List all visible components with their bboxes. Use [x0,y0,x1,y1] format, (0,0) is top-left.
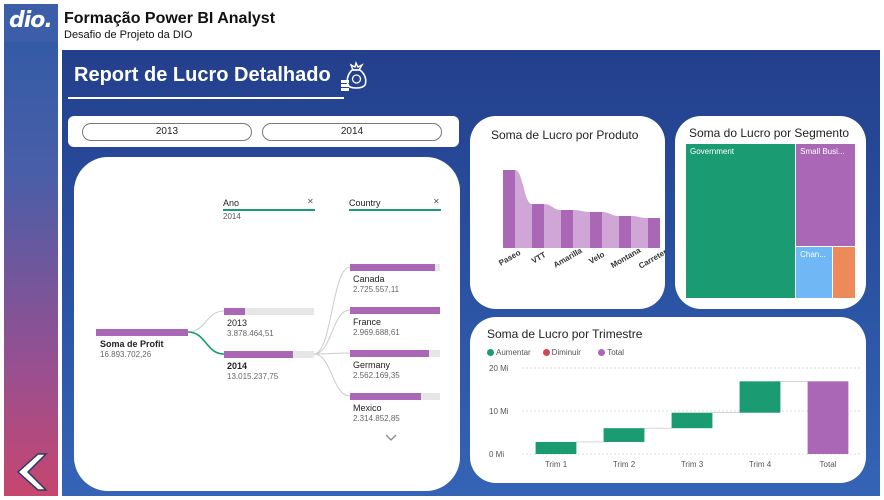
year-value: 13.015.237,75 [227,372,279,381]
product-tick-label: Paseo [497,248,522,268]
product-tick-label: Montana [609,245,642,270]
product-bar[interactable] [648,218,660,248]
product-tick-label: Amarilla [552,246,584,270]
y-tick-label: 20 Mi [489,364,509,373]
x-tick-label: Total [820,460,837,469]
product-tick-label: Velo [587,250,606,266]
year-bar-track [224,308,314,315]
x-tick-label: Trim 4 [749,460,772,469]
waterfall-bar[interactable] [671,412,713,429]
title-underline [68,97,344,99]
product-ribbon [515,170,532,248]
product-bar[interactable] [619,216,631,248]
report-canvas: Report de Lucro Detalhado 2013 2014 Ano … [62,50,880,496]
tree-connectors [187,266,351,397]
country-value: 2.562.169,35 [353,371,400,380]
quarter-chart-card: Soma de Lucro por Trimestre Aumentar Dimi… [470,317,866,483]
sidebar: dio. [4,4,58,496]
quarter-chart: 0 Mi 10 Mi 20 Mi Trim 1 Trim 2 Trim 3 Trim 4 To… [489,364,862,469]
x-tick-label: Trim 2 [613,460,636,469]
page-title: Formação Power BI Analyst [64,10,276,27]
year-value: 3.878.464,51 [227,329,274,338]
slicer-option-2014[interactable]: 2014 [262,123,442,141]
country-bar-track [350,393,440,400]
country-bar-track [350,264,440,271]
report-title: Report de Lucro Detalhado [74,64,331,86]
product-chart-card: Soma de Lucro por Produto Paseo VTT Amaril… [470,116,665,309]
treemap-cell[interactable]: Government [686,144,796,298]
y-tick-label: 10 Mi [489,407,509,416]
country-bar-track [350,307,440,314]
country-value: 2.969.688,61 [353,328,400,337]
page-header: Formação Power BI Analyst Desafio de Pro… [64,10,275,41]
waterfall-bar[interactable] [739,381,781,413]
decomposition-tree: Ano ✕ 2014 Country ✕ Soma de Profit 16.8… [74,157,460,491]
product-tick-label: Carretera [637,245,665,271]
back-arrow-icon[interactable] [12,450,52,494]
year-label: 2014 [227,361,248,371]
page-subtitle: Desafio de Projeto da DIO [64,29,193,41]
waterfall-bar[interactable] [807,381,849,454]
logo-text: dio. [9,8,53,33]
y-tick-label: 0 Mi [489,450,504,459]
product-bar[interactable] [561,210,573,248]
dio-logo: dio. [4,4,58,42]
money-bag-icon [341,60,367,91]
product-bar[interactable] [532,204,544,248]
chevron-down-icon[interactable] [384,433,398,443]
product-ribbon [602,212,619,248]
segment-chart-title: Soma do Lucro por Segmento [689,126,850,140]
product-tick-label: VTT [530,250,548,265]
country-bar[interactable] [350,307,440,314]
year-bar[interactable] [224,308,245,315]
country-value: 2.725.557,11 [353,285,400,294]
root-value: 16.893.702,26 [100,350,152,359]
treemap-cell[interactable]: Chan... [796,246,833,298]
year-label: 2013 [227,318,248,328]
country-label: France [353,317,382,327]
product-ribbon [631,216,648,248]
product-ribbon [544,204,561,248]
country-value: 2.314.852,85 [353,414,400,423]
segment-chart-card: Soma do Lucro por Segmento Government Sma… [675,116,866,309]
treemap-cell[interactable] [833,246,855,298]
x-tick-label: Trim 1 [545,460,568,469]
country-bar[interactable] [350,393,422,400]
country-bar-track [350,350,440,357]
country-label: Germany [353,360,391,370]
country-label: Canada [353,274,385,284]
year-slicer: 2013 2014 [68,116,459,147]
product-chart: Paseo VTT Amarilla Velo MontanaCarretera [497,170,665,271]
x-tick-label: Trim 3 [681,460,704,469]
product-bar[interactable] [590,212,602,248]
year-bar[interactable] [224,351,294,358]
country-label: Mexico [353,403,382,413]
waterfall-bar[interactable] [603,428,645,442]
slicer-option-2013[interactable]: 2013 [82,123,252,141]
root-label: Soma de Profit [100,339,164,349]
waterfall-bar[interactable] [535,441,577,454]
country-bar[interactable] [350,350,430,357]
product-ribbon [573,210,590,248]
treemap-cell[interactable]: Small Busi... [796,144,855,246]
country-bar[interactable] [350,264,435,271]
product-bar[interactable] [503,170,515,248]
year-bar-track [224,351,314,358]
root-bar[interactable] [96,329,188,336]
